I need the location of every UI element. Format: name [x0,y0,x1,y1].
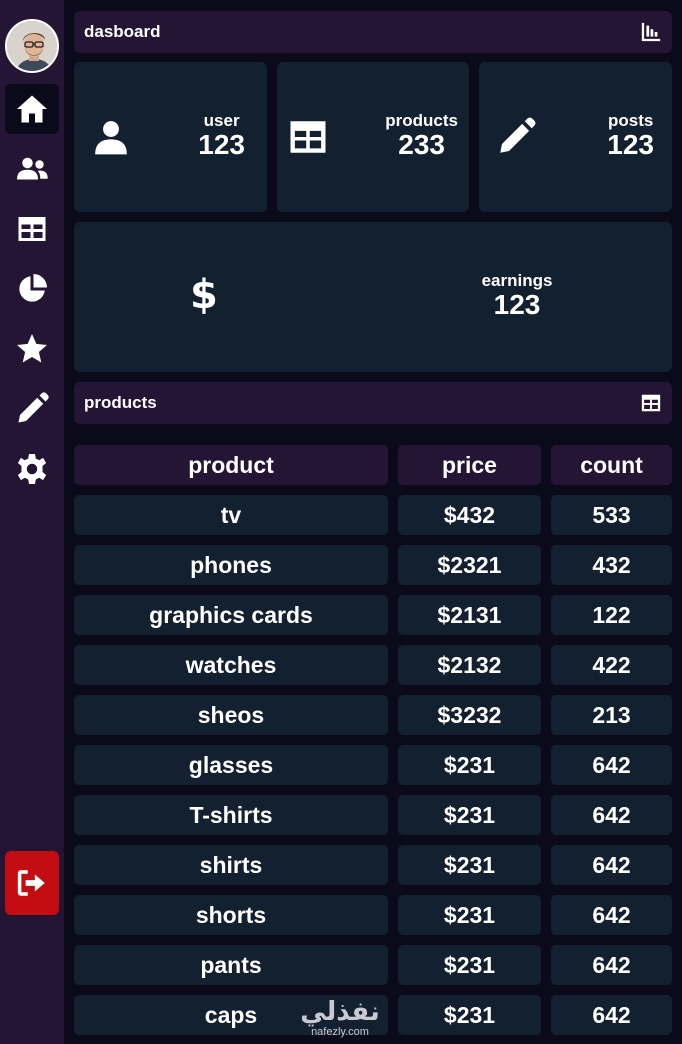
products-title: products [84,393,157,412]
product-cell: tv [74,495,388,535]
count-cell: 213 [551,695,672,735]
stat-card-products[interactable]: products 233 [277,62,469,212]
product-cell: shirts [74,845,388,885]
watermark: نفذلي nafezly.com [298,998,382,1044]
count-cell: 533 [551,495,672,535]
stat-value: 123 [198,129,245,160]
pie-chart-icon [19,274,47,302]
table-icon [18,217,46,241]
price-cell: $2132 [398,645,541,685]
count-cell: 642 [551,895,672,935]
star-icon [17,334,47,363]
nav-settings[interactable] [5,444,59,494]
dollar-icon: $ [190,272,218,318]
product-cell: shorts [74,895,388,935]
table-icon[interactable] [640,392,662,414]
price-cell: $2321 [398,545,541,585]
nav-pie-chart[interactable] [5,264,59,314]
product-cell: sheos [74,695,388,735]
gear-icon [17,454,47,484]
product-cell: phones [74,545,388,585]
count-cell: 122 [551,595,672,635]
count-cell: 432 [551,545,672,585]
dashboard-header: dasboard [74,11,672,53]
avatar-portrait [7,21,57,71]
product-cell: T-shirts [74,795,388,835]
count-cell: 642 [551,995,672,1035]
watermark-arabic: نفذلي [300,997,380,1027]
column-header-count[interactable]: count [551,445,672,485]
stat-label: products [385,111,458,130]
price-cell: $3232 [398,695,541,735]
count-cell: 642 [551,845,672,885]
table-icon [290,121,326,153]
sign-out-icon [17,870,45,896]
column-header-product[interactable]: product [74,445,388,485]
sidebar [0,0,64,1044]
product-cell: graphics cards [74,595,388,635]
count-cell: 422 [551,645,672,685]
user-icon [95,121,127,155]
bar-chart-icon[interactable] [640,21,662,43]
stat-value: 123 [493,289,541,320]
avatar[interactable] [5,19,59,73]
users-icon [17,157,48,180]
stat-value: 233 [398,129,445,160]
nav-star[interactable] [5,324,59,374]
column-header-price[interactable]: price [398,445,541,485]
dashboard-title: dasboard [84,22,161,41]
stat-label: user [203,111,240,130]
count-cell: 642 [551,745,672,785]
stat-label: earnings [481,271,553,290]
products-header: products [74,382,672,424]
price-cell: $231 [398,995,541,1035]
logout-button[interactable] [5,851,59,915]
stat-label: posts [607,111,654,130]
price-cell: $231 [398,745,541,785]
nav-home[interactable] [5,84,59,134]
price-cell: $231 [398,795,541,835]
stat-value: 123 [607,129,654,160]
nav-pencil[interactable] [5,384,59,434]
stat-card-earnings[interactable]: $ earnings 123 [74,222,672,372]
price-cell: $2131 [398,595,541,635]
stat-card-posts[interactable]: posts 123 [479,62,672,212]
pencil-icon [18,392,49,423]
watermark-latin: nafezly.com [311,1026,369,1038]
pencil-icon [500,117,536,153]
nav-table[interactable] [5,204,59,254]
product-cell: glasses [74,745,388,785]
count-cell: 642 [551,945,672,985]
price-cell: $231 [398,845,541,885]
count-cell: 642 [551,795,672,835]
price-cell: $231 [398,945,541,985]
product-cell: watches [74,645,388,685]
price-cell: $432 [398,495,541,535]
product-cell: pants [74,945,388,985]
price-cell: $231 [398,895,541,935]
stat-card-users[interactable]: user 123 [74,62,267,212]
home-icon [17,95,47,123]
nav-users[interactable] [5,144,59,194]
